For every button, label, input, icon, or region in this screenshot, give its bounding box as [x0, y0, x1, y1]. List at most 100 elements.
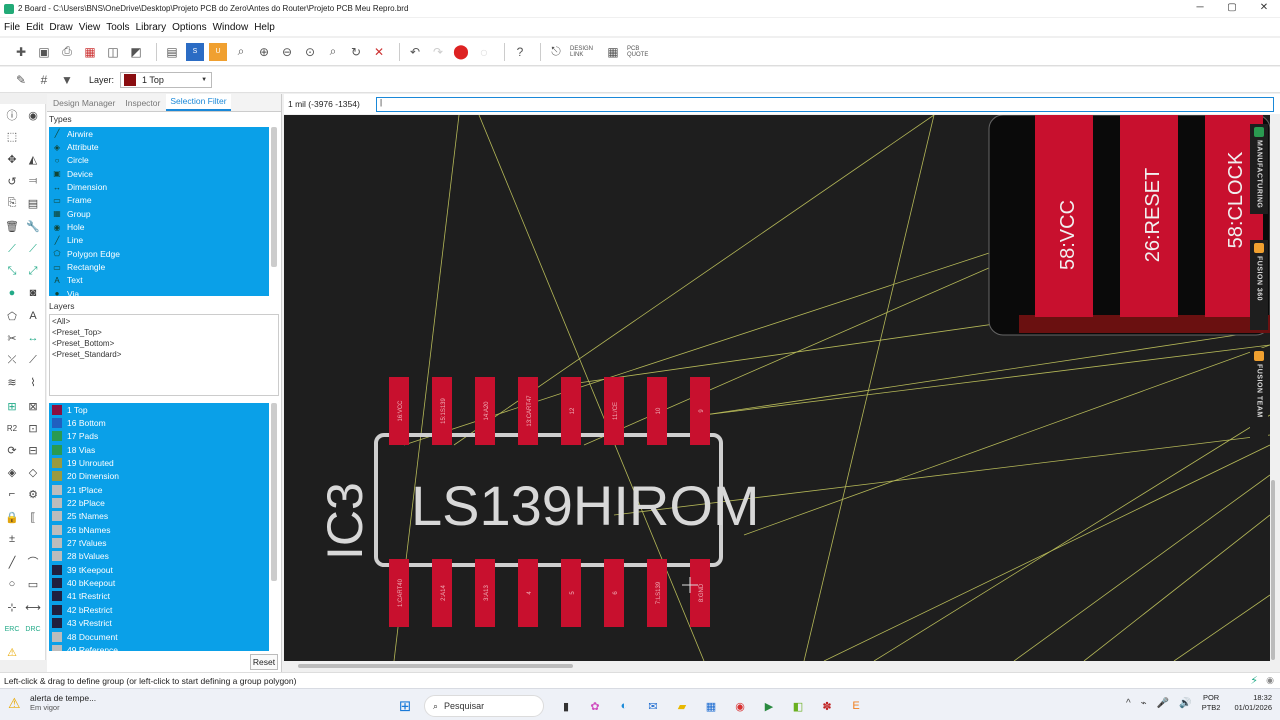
layer-item[interactable]: 26 bNames	[49, 523, 269, 536]
net-icon[interactable]: ✂	[4, 330, 20, 346]
print-icon[interactable]: ⎙	[58, 43, 76, 61]
menu-library[interactable]: Library	[136, 22, 167, 33]
value-icon[interactable]: ⊡	[25, 420, 41, 436]
undo-icon[interactable]: ↶	[406, 43, 424, 61]
app-icon-red[interactable]: ✽	[817, 696, 837, 716]
menu-help[interactable]: Help	[254, 22, 275, 33]
rotate-icon[interactable]: ↺	[4, 173, 20, 189]
group-select-icon[interactable]: ⬚	[4, 128, 20, 144]
chrome-icon[interactable]: ◉	[730, 696, 750, 716]
ratsnest-icon[interactable]: ✕	[370, 43, 388, 61]
go-icon[interactable]: ○	[475, 43, 493, 61]
layers-list[interactable]: 1 Top 16 Bottom 17 Pads 18 Vias 19 Unrouted 2…	[49, 403, 269, 651]
edge-icon[interactable]: ◐	[614, 696, 634, 716]
menu-tools[interactable]: Tools	[106, 22, 129, 33]
layer-item[interactable]: 18 Vias	[49, 443, 269, 456]
layer-item[interactable]: 19 Unrouted	[49, 456, 269, 469]
menu-view[interactable]: View	[79, 22, 101, 33]
tab-inspector[interactable]: Inspector	[121, 96, 164, 111]
redo-icon[interactable]: ↷	[429, 43, 447, 61]
microphone-icon[interactable]: 🎤	[1157, 698, 1169, 709]
stop-icon[interactable]: ⬤	[452, 43, 470, 61]
layer-item[interactable]: 41 tRestrict	[49, 590, 269, 603]
via-icon[interactable]: ●	[4, 285, 20, 301]
measure-icon[interactable]: ⟦	[25, 509, 41, 525]
hole-icon[interactable]: ◙	[25, 285, 41, 301]
help-icon[interactable]: ?	[511, 43, 529, 61]
preset-bottom[interactable]: <Preset_Bottom>	[52, 339, 276, 350]
ripup-icon[interactable]: ⤢	[25, 263, 41, 279]
type-item[interactable]: ↔ Dimension	[49, 180, 269, 193]
schematic-icon[interactable]: ◫	[104, 43, 122, 61]
show-icon[interactable]: ◉	[25, 107, 41, 123]
board-canvas[interactable]: 58:VCC 26:RESET 58:CLOCK 16:VCC 15:1S139 1…	[284, 115, 1270, 661]
command-input[interactable]: |	[376, 96, 1274, 112]
type-item[interactable]: ● Via	[49, 287, 269, 296]
type-item[interactable]: ◈ Attribute	[49, 140, 269, 153]
preset-standard[interactable]: <Preset_Standard>	[52, 350, 276, 361]
taskbar-search[interactable]: ⌕ Pesquisar	[424, 695, 544, 717]
menu-options[interactable]: Options	[172, 22, 206, 33]
type-item[interactable]: ▣ Device	[49, 167, 269, 180]
network-icon[interactable]: ⌁	[1141, 698, 1147, 709]
layer-item[interactable]: 1 Top	[49, 403, 269, 416]
type-item[interactable]: ▦ Group	[49, 207, 269, 220]
preset-list[interactable]: <All> <Preset_Top> <Preset_Bottom> <Pres…	[49, 314, 279, 396]
paste-icon[interactable]: ▤	[25, 195, 41, 211]
layer-item[interactable]: 22 bPlace	[49, 496, 269, 509]
line-icon[interactable]: ╱	[4, 554, 20, 570]
zoom-in-icon[interactable]: ⊕	[255, 43, 273, 61]
file-explorer-icon[interactable]: ▰	[672, 696, 692, 716]
wire-icon[interactable]: ⟋	[25, 352, 41, 368]
mirror-icon[interactable]: ◭	[25, 151, 41, 167]
zoom-out-icon[interactable]: ⊖	[278, 43, 296, 61]
slice-icon[interactable]: ⤫	[4, 352, 20, 368]
pcb-quote-icon[interactable]: ▦	[604, 43, 622, 61]
layer-item[interactable]: 40 bKeepout	[49, 576, 269, 589]
types-scrollbar[interactable]	[271, 127, 277, 267]
layer-item[interactable]: 20 Dimension	[49, 470, 269, 483]
copy-icon[interactable]: ⎘	[4, 195, 20, 211]
name-icon[interactable]: R2	[4, 420, 20, 436]
zoom-window-icon[interactable]: ⌕	[324, 43, 342, 61]
layer-item[interactable]: 43 vRestrict	[49, 617, 269, 630]
polygon-icon[interactable]: ⬠	[4, 308, 20, 324]
layer-item[interactable]: 48 Document	[49, 630, 269, 643]
rectangle-icon[interactable]: ▭	[25, 576, 41, 592]
delete-icon[interactable]: 🗑	[4, 218, 20, 234]
meander-icon[interactable]: ≋	[4, 374, 20, 390]
layer-item[interactable]: 27 tValues	[49, 536, 269, 549]
fusion-360-panel[interactable]: FUSION 360	[1250, 240, 1268, 330]
store-icon[interactable]: ▦	[701, 696, 721, 716]
dimension-icon[interactable]: ±	[4, 531, 20, 547]
minimize-button[interactable]: ─	[1184, 0, 1216, 17]
route-icon[interactable]: ✎	[12, 71, 30, 89]
reset-button[interactable]: Reset	[250, 654, 278, 670]
move-icon[interactable]: ✥	[4, 151, 20, 167]
design-link-icon[interactable]: ⎋	[547, 43, 565, 61]
layer-item[interactable]: 17 Pads	[49, 430, 269, 443]
layer-item[interactable]: 21 tPlace	[49, 483, 269, 496]
design-link-label[interactable]: DESIGN LINK	[570, 46, 596, 58]
library-icon[interactable]: ▤	[163, 43, 181, 61]
windows-start-icon[interactable]: ⊞	[395, 696, 415, 716]
frame-icon[interactable]: ⊹	[4, 599, 20, 615]
type-item[interactable]: ○ Circle	[49, 154, 269, 167]
new-file-icon[interactable]: ✚	[12, 43, 30, 61]
abort-icon[interactable]: ◉	[1266, 675, 1274, 686]
layer-item[interactable]: 28 bValues	[49, 550, 269, 563]
clock[interactable]: 18:32 01/01/2026	[1234, 693, 1272, 713]
settings-icon[interactable]: ⚙	[25, 486, 41, 502]
terminal-icon[interactable]: ▶	[759, 696, 779, 716]
text-icon[interactable]: A	[25, 308, 41, 324]
board-drawing[interactable]: 58:VCC 26:RESET 58:CLOCK 16:VCC 15:1S139 1…	[284, 115, 1270, 661]
pcb-quote-label[interactable]: PCB QUOTE	[627, 46, 649, 58]
type-item[interactable]: ◉ Hole	[49, 220, 269, 233]
nvidia-icon[interactable]: ◧	[788, 696, 808, 716]
measure-length-icon[interactable]: ⟷	[25, 599, 41, 615]
type-item[interactable]: ╱ Airwire	[49, 127, 269, 140]
layer-item[interactable]: 25 tNames	[49, 510, 269, 523]
warning-icon[interactable]: ⚠	[4, 644, 20, 660]
layer-item[interactable]: 39 tKeepout	[49, 563, 269, 576]
stop-command-icon[interactable]: ⚡	[1250, 674, 1258, 687]
